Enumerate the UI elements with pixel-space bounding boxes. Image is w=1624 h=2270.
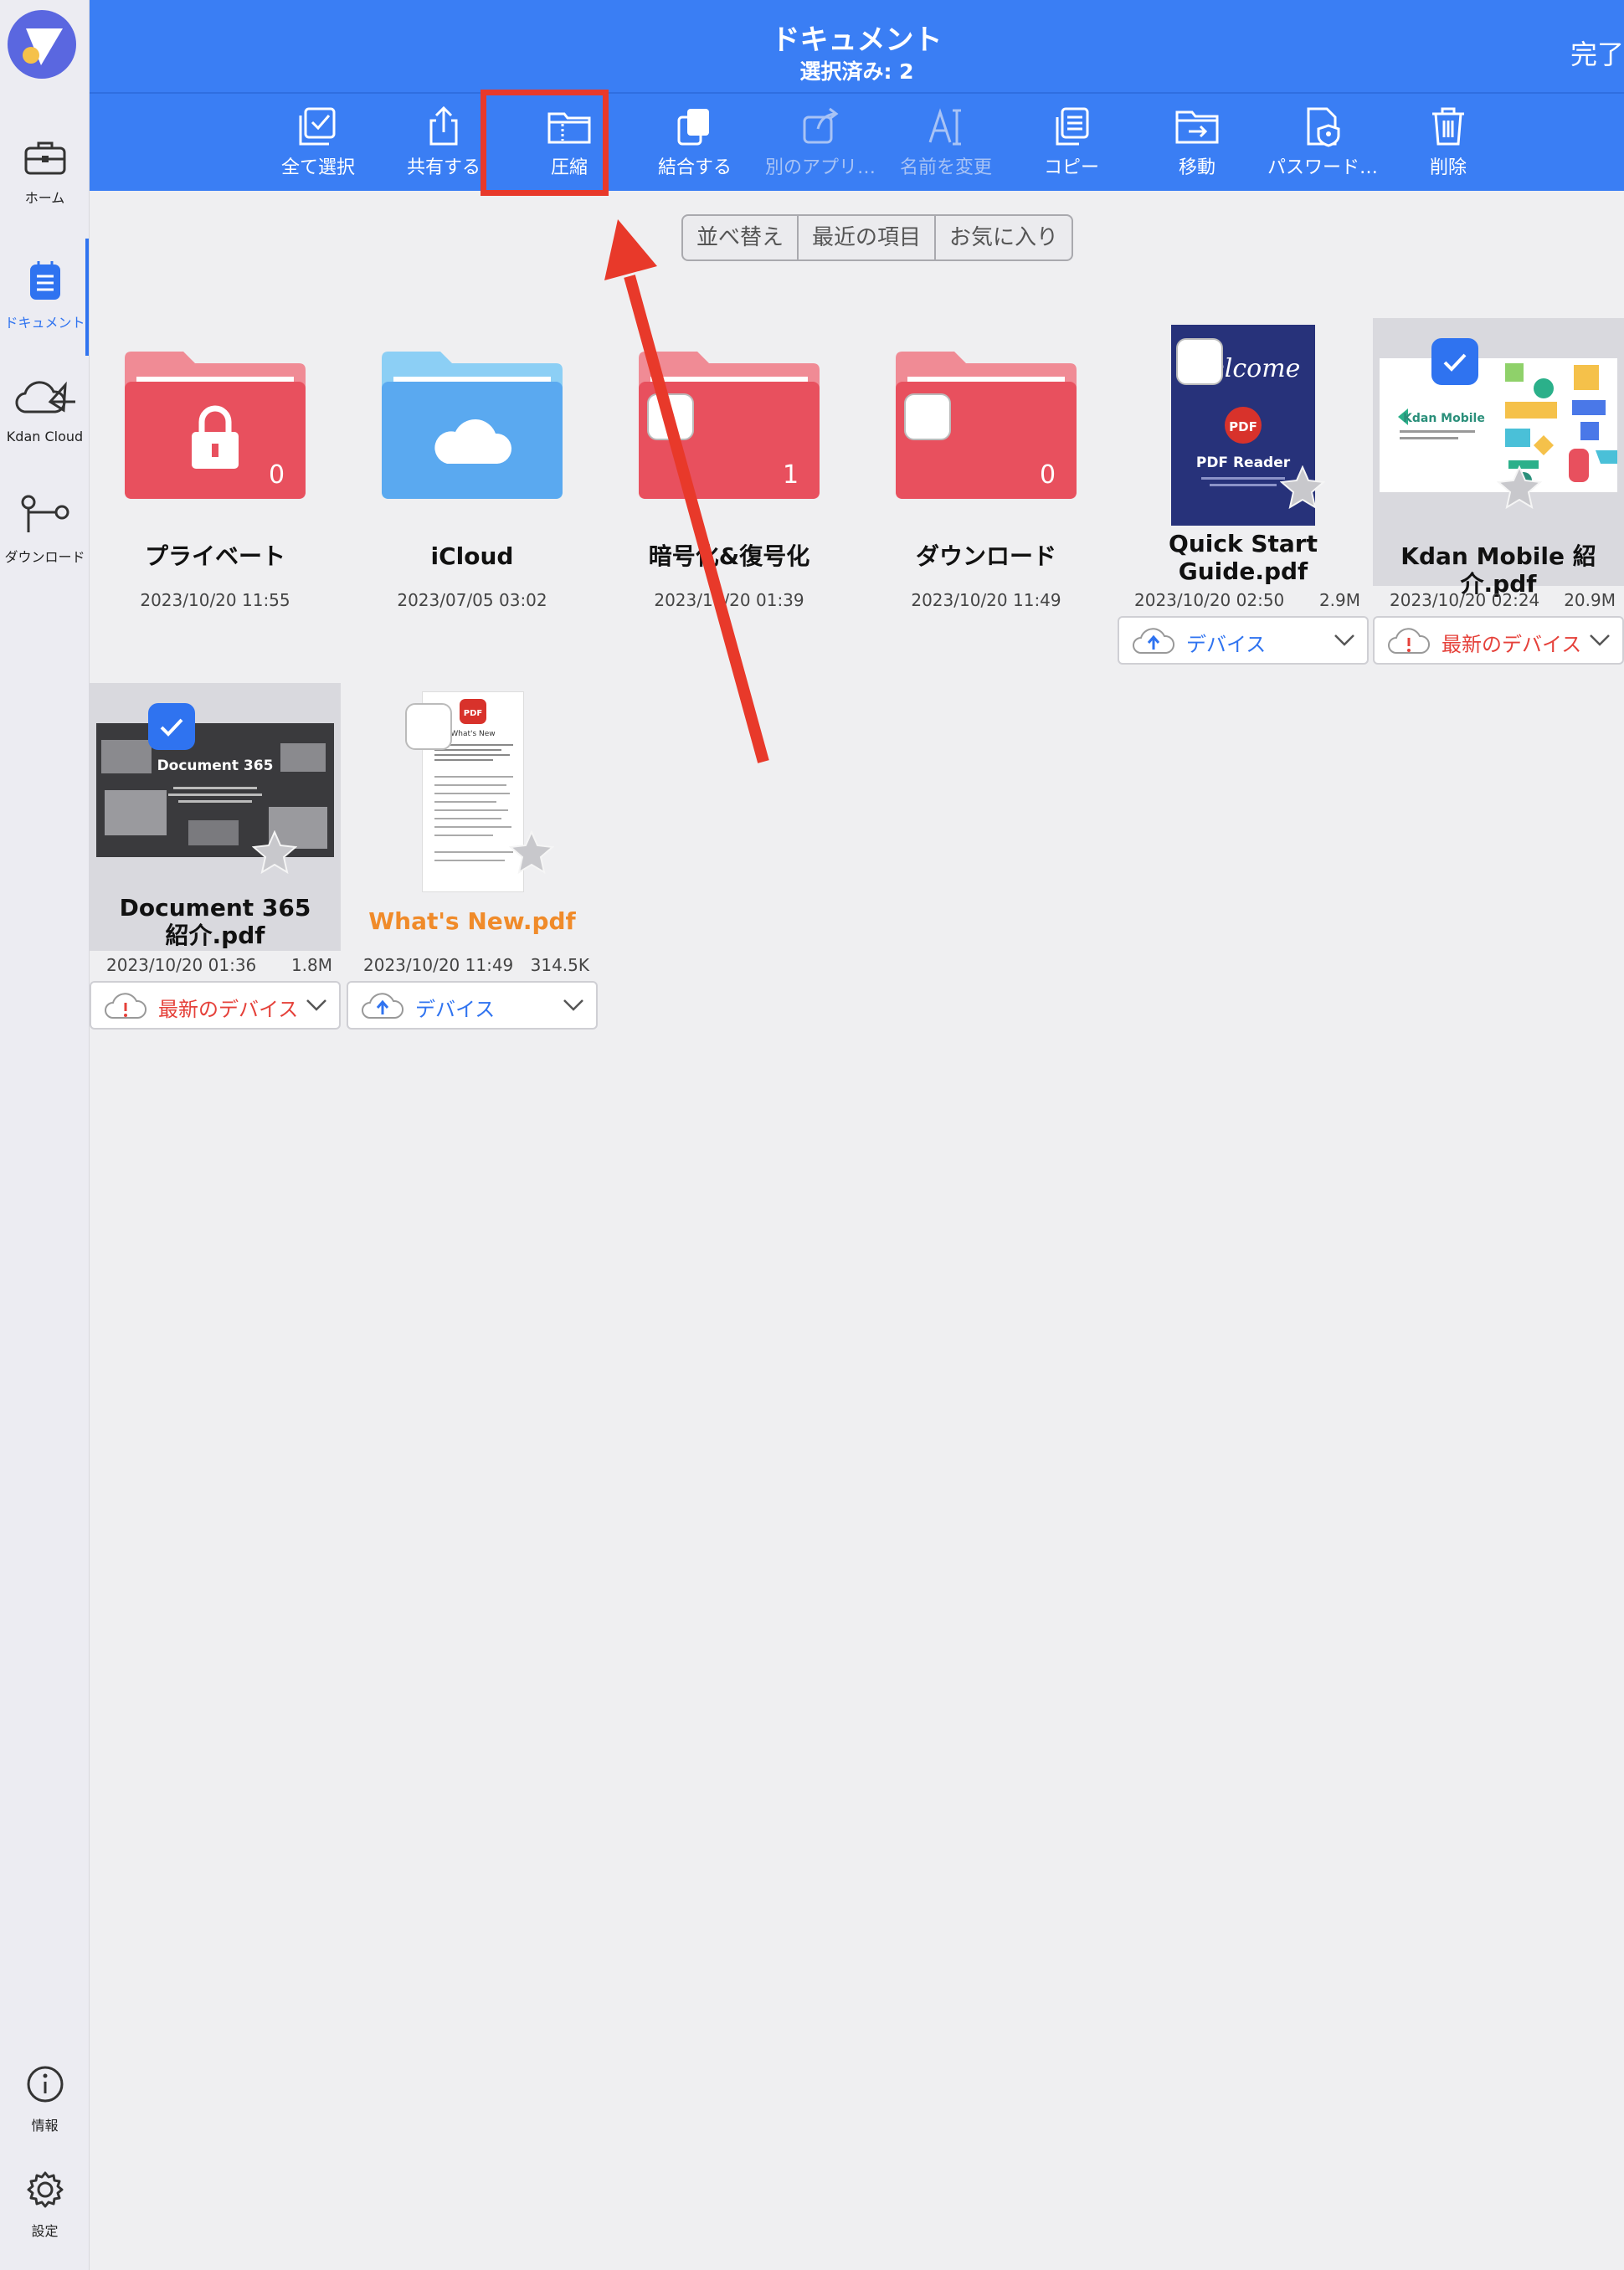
annotation-arrow [604, 219, 769, 763]
